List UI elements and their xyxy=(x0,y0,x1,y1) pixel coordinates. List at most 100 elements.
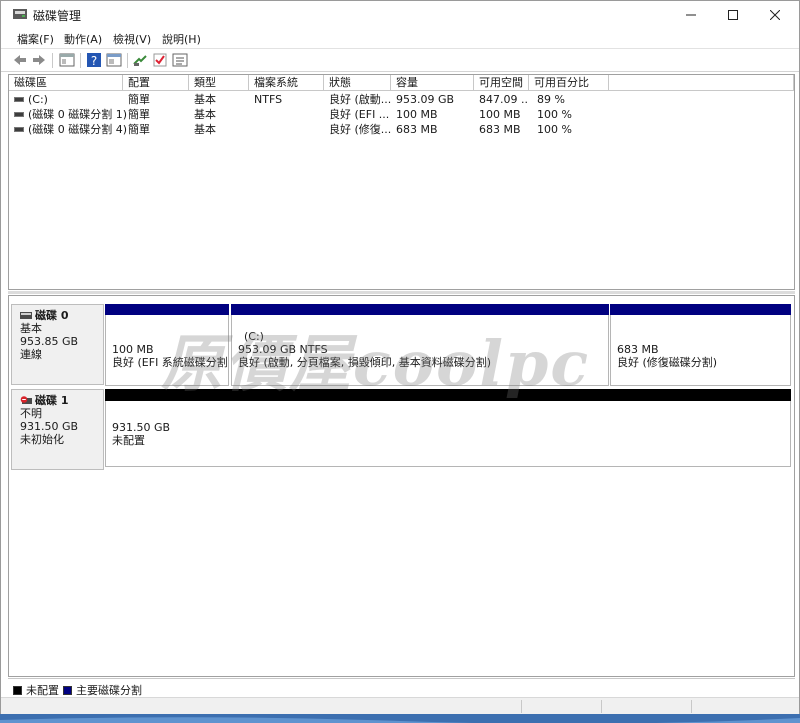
partition-body: 931.50 GB 未配置 xyxy=(105,401,791,467)
partition-status: 良好 (修復磁碟分割) xyxy=(617,356,718,369)
volume-list: 磁碟區 配置 類型 檔案系統 狀態 容量 可用空間 可用百分比 (C:) 簡單 … xyxy=(8,74,795,290)
status-divider xyxy=(521,700,522,713)
partition-status: 未配置 xyxy=(112,434,145,447)
cell-percent-free: 89 % xyxy=(537,93,565,106)
column-header-filesystem[interactable]: 檔案系統 xyxy=(249,75,324,91)
partition-efi[interactable]: 100 MB 良好 (EFI 系統磁碟分割) xyxy=(105,304,229,386)
cell-status: 良好 (修復... xyxy=(329,123,391,136)
legend-item-unallocated: 未配置 xyxy=(13,682,59,698)
toolbar-separator xyxy=(127,53,128,68)
maximize-icon xyxy=(728,9,738,20)
close-icon xyxy=(770,9,780,20)
partition-c[interactable]: (C:) 953.09 GB NTFS 良好 (啟動, 分頁檔案, 損毀傾印, … xyxy=(231,304,609,386)
cell-percent-free: 100 % xyxy=(537,108,572,121)
cell-percent-free: 100 % xyxy=(537,123,572,136)
menu-view[interactable]: 檢視(V) xyxy=(113,31,151,47)
disk-1-size: 931.50 GB xyxy=(20,420,79,433)
volume-icon xyxy=(14,127,24,132)
partition-size: 953.09 GB NTFS xyxy=(238,343,328,356)
menu-bar: 檔案(F) 動作(A) 檢視(V) 說明(H) xyxy=(1,28,799,48)
partition-size: 931.50 GB xyxy=(112,421,171,434)
legend-swatch xyxy=(13,685,22,695)
console-tree-icon[interactable] xyxy=(59,52,75,68)
disk-management-window: 磁碟管理 檔案(F) 動作(A) 檢視(V) 說明(H) ? 磁碟區 配置 類型 xyxy=(0,0,800,714)
disk-1-label[interactable]: 磁碟 1 不明 931.50 GB 未初始化 xyxy=(11,389,104,470)
cell-free-space: 683 MB xyxy=(479,123,521,136)
disk-map: 磁碟 0 基本 953.85 GB 連線 100 MB 良好 (EFI 系統磁碟… xyxy=(8,295,795,677)
legend-swatch xyxy=(63,685,72,695)
menu-file[interactable]: 檔案(F) xyxy=(17,31,54,47)
disk-0-name: 磁碟 0 xyxy=(35,309,69,322)
pane-splitter[interactable] xyxy=(8,291,795,294)
column-header-free-space[interactable]: 可用空間 xyxy=(474,75,529,91)
cell-layout: 簡單 xyxy=(128,123,150,136)
help-icon[interactable]: ? xyxy=(86,52,102,68)
cell-type: 基本 xyxy=(194,123,216,136)
cell-layout: 簡單 xyxy=(128,108,150,121)
partition-size: 683 MB xyxy=(617,343,659,356)
partition-bar xyxy=(231,304,609,315)
connect-icon[interactable] xyxy=(132,52,148,68)
partition-title: (C:) xyxy=(244,330,264,343)
properties-icon[interactable] xyxy=(106,52,122,68)
column-header-volume[interactable]: 磁碟區 xyxy=(9,75,123,91)
minimize-icon xyxy=(686,14,696,15)
column-header-status[interactable]: 狀態 xyxy=(324,75,391,91)
cell-layout: 簡單 xyxy=(128,93,150,106)
status-bar xyxy=(1,697,799,714)
partition-recovery[interactable]: 683 MB 良好 (修復磁碟分割) xyxy=(610,304,791,386)
cell-free-space: 100 MB xyxy=(479,108,521,121)
column-header-percent-free[interactable]: 可用百分比 xyxy=(529,75,609,91)
window-title: 磁碟管理 xyxy=(33,9,82,23)
partition-status: 良好 (啟動, 分頁檔案, 損毀傾印, 基本資料磁碟分割) xyxy=(238,356,492,369)
legend-label: 主要磁碟分割 xyxy=(76,684,142,697)
partition-bar xyxy=(105,389,791,401)
menu-help[interactable]: 說明(H) xyxy=(162,31,201,47)
cell-status: 良好 (EFI ... xyxy=(329,108,390,121)
column-header-capacity[interactable]: 容量 xyxy=(391,75,474,91)
close-button[interactable] xyxy=(753,1,797,28)
cell-capacity: 683 MB xyxy=(396,123,438,136)
toolbar: ? xyxy=(1,48,799,72)
maximize-button[interactable] xyxy=(711,1,755,28)
toolbar-separator xyxy=(80,53,81,68)
minimize-button[interactable] xyxy=(669,1,713,28)
legend-label: 未配置 xyxy=(26,684,59,697)
disk-0-status: 連線 xyxy=(20,348,42,361)
list-icon[interactable] xyxy=(172,52,188,68)
cell-capacity: 100 MB xyxy=(396,108,438,121)
partition-unallocated[interactable]: 931.50 GB 未配置 xyxy=(105,389,791,467)
cell-status: 良好 (啟動... xyxy=(329,93,391,106)
legend: 未配置 主要磁碟分割 xyxy=(8,678,795,698)
title-bar: 磁碟管理 xyxy=(1,1,799,28)
partition-body: (C:) 953.09 GB NTFS 良好 (啟動, 分頁檔案, 損毀傾印, … xyxy=(231,315,609,386)
cell-capacity: 953.09 GB xyxy=(396,93,455,106)
disk-1-status: 未初始化 xyxy=(20,433,64,446)
disk-error-icon xyxy=(20,396,32,404)
column-header-type[interactable]: 類型 xyxy=(189,75,249,91)
back-icon[interactable] xyxy=(12,52,28,68)
status-divider xyxy=(601,700,602,713)
cell-type: 基本 xyxy=(194,93,216,106)
column-header-layout[interactable]: 配置 xyxy=(123,75,189,91)
disk-1-name: 磁碟 1 xyxy=(35,394,69,407)
disk-0-size: 953.85 GB xyxy=(20,335,79,348)
svg-text:?: ? xyxy=(91,54,97,68)
menu-action[interactable]: 動作(A) xyxy=(64,31,102,47)
column-header-filler xyxy=(609,75,794,91)
cell-volume: (C:) xyxy=(28,93,48,106)
forward-icon[interactable] xyxy=(31,52,47,68)
cell-free-space: 847.09 ... xyxy=(479,93,529,106)
volume-icon xyxy=(14,97,24,102)
disk-management-app-icon xyxy=(13,9,27,19)
desktop-background xyxy=(0,714,800,723)
cell-type: 基本 xyxy=(194,108,216,121)
check-icon[interactable] xyxy=(152,52,168,68)
partition-body: 100 MB 良好 (EFI 系統磁碟分割) xyxy=(105,315,229,386)
disk-icon xyxy=(20,312,32,319)
status-divider xyxy=(691,700,692,713)
partition-size: 100 MB xyxy=(112,343,154,356)
partition-body: 683 MB 良好 (修復磁碟分割) xyxy=(610,315,791,386)
disk-0-label[interactable]: 磁碟 0 基本 953.85 GB 連線 xyxy=(11,304,104,385)
cell-filesystem: NTFS xyxy=(254,93,283,106)
